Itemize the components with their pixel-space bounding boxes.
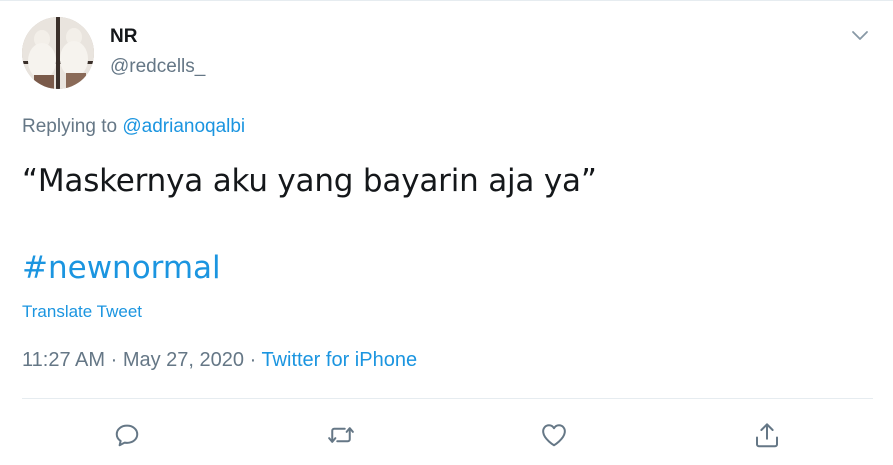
replying-prefix: Replying to — [22, 116, 123, 137]
like-icon[interactable] — [538, 419, 570, 451]
retweet-icon[interactable] — [325, 419, 357, 451]
tweet-meta: 11:27 AM · May 27, 2020 · Twitter for iP… — [22, 349, 417, 372]
tweet-source-link[interactable]: Twitter for iPhone — [261, 349, 417, 371]
meta-separator: · — [244, 349, 262, 371]
hashtag-link[interactable]: #newnormal — [22, 250, 221, 286]
top-divider — [0, 0, 893, 1]
tweet-date[interactable]: May 27, 2020 — [123, 349, 244, 371]
actions-divider — [22, 398, 873, 399]
avatar-photo — [22, 17, 94, 89]
reply-icon[interactable] — [111, 419, 143, 451]
replying-to: Replying to @adrianoqalbi — [22, 116, 245, 138]
display-name[interactable]: NR — [110, 26, 137, 48]
tweet-text: “Maskernya aku yang bayarin aja ya” — [22, 163, 597, 199]
avatar[interactable] — [22, 17, 94, 89]
chevron-down-icon[interactable] — [849, 24, 871, 46]
share-icon[interactable] — [751, 419, 783, 451]
meta-separator: · — [105, 349, 123, 371]
tweet-time[interactable]: 11:27 AM — [22, 349, 105, 371]
translate-tweet-link[interactable]: Translate Tweet — [22, 302, 142, 322]
reply-mention-link[interactable]: @adrianoqalbi — [122, 116, 245, 137]
user-handle[interactable]: @redcells_ — [110, 56, 205, 78]
